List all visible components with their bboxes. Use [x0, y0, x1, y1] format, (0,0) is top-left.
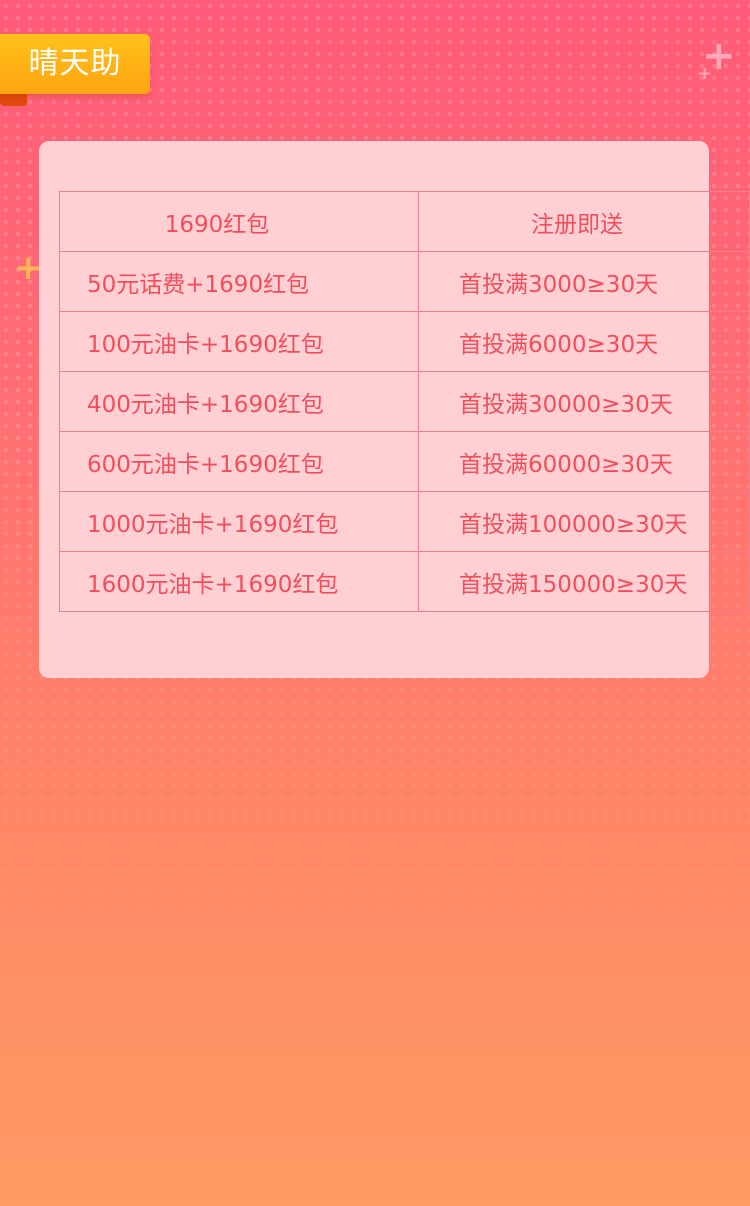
condition-cell: 首投满6000≥30天 — [418, 311, 750, 372]
brand-badge-label: 晴天助 — [28, 46, 122, 81]
table-header-row: 1690红包 注册即送 — [59, 191, 750, 252]
plus-sparkle-icon: + — [697, 63, 713, 84]
condition-cell: 首投满3000≥30天 — [418, 251, 750, 312]
reward-table: 1690红包 注册即送 50元话费+1690红包 首投满3000≥30天 100… — [59, 191, 750, 612]
reward-cell: 50元话费+1690红包 — [59, 251, 419, 312]
condition-cell: 首投满100000≥30天 — [418, 491, 750, 552]
table-row: 1600元油卡+1690红包 首投满150000≥30天 — [59, 551, 750, 612]
reward-cell: 400元油卡+1690红包 — [59, 371, 419, 432]
reward-cell: 1600元油卡+1690红包 — [59, 551, 419, 612]
brand-badge: 晴天助 — [0, 34, 150, 94]
reward-cell: 1000元油卡+1690红包 — [59, 491, 419, 552]
reward-cell: 100元油卡+1690红包 — [59, 311, 419, 372]
condition-cell: 首投满150000≥30天 — [418, 551, 750, 612]
reward-card: 1690红包 注册即送 50元话费+1690红包 首投满3000≥30天 100… — [39, 141, 750, 678]
table-header-cell: 1690红包 — [59, 191, 419, 252]
table-row: 50元话费+1690红包 首投满3000≥30天 — [59, 251, 750, 312]
table-row: 400元油卡+1690红包 首投满30000≥30天 — [59, 371, 750, 432]
reward-cell: 600元油卡+1690红包 — [59, 431, 419, 492]
condition-cell: 首投满60000≥30天 — [418, 431, 750, 492]
table-row: 100元油卡+1690红包 首投满6000≥30天 — [59, 311, 750, 372]
condition-cell: 首投满30000≥30天 — [418, 371, 750, 432]
table-row: 1000元油卡+1690红包 首投满100000≥30天 — [59, 491, 750, 552]
table-header-cell: 注册即送 — [418, 191, 750, 252]
table-row: 600元油卡+1690红包 首投满60000≥30天 — [59, 431, 750, 492]
